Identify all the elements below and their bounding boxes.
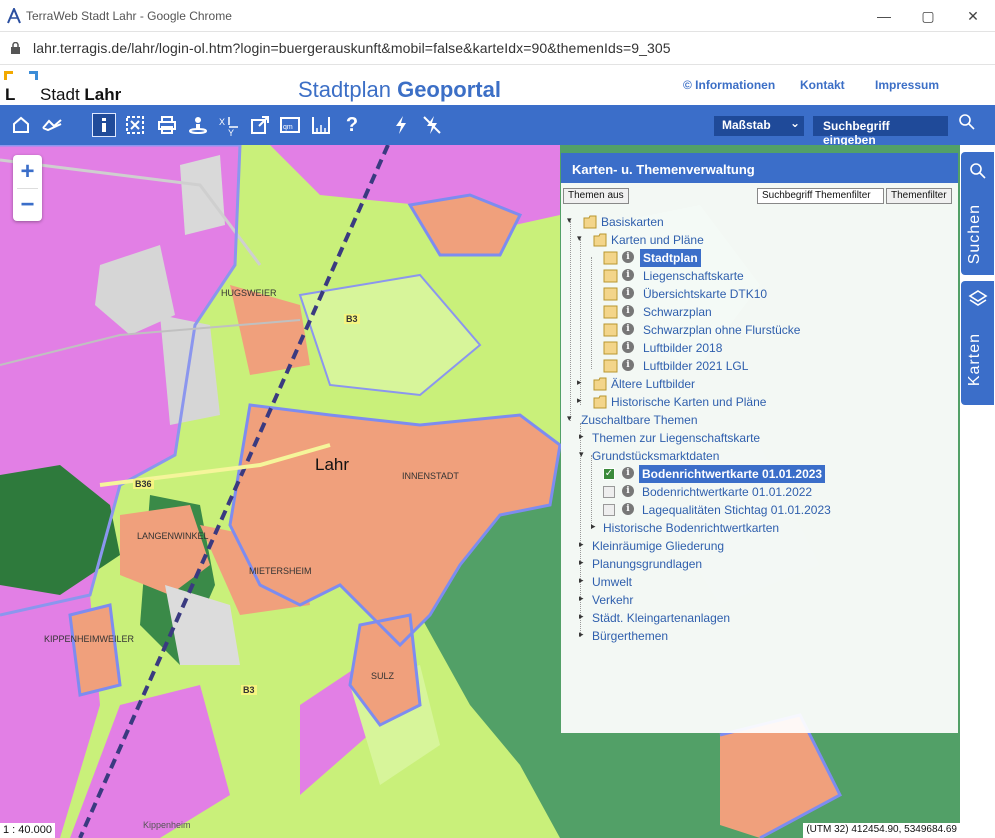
zoom-in-button[interactable]: + xyxy=(13,157,42,187)
area-measure-icon[interactable]: qm xyxy=(278,113,302,137)
info-icon[interactable]: i xyxy=(622,485,634,497)
scale-label: 1 : 40.000 xyxy=(0,823,55,838)
info-icon[interactable]: i xyxy=(622,287,634,299)
url-text[interactable]: lahr.terragis.de/lahr/login-ol.htm?login… xyxy=(33,40,671,56)
tab-suchen-label: Suchen xyxy=(966,204,983,265)
lock-icon xyxy=(11,42,20,54)
stadt-lahr-logo[interactable]: L Stadt Lahr xyxy=(4,71,134,104)
checkbox[interactable] xyxy=(603,486,615,498)
layer-panel: Karten- u. Themenverwaltung Themen aus S… xyxy=(561,153,958,733)
info-icon[interactable]: i xyxy=(622,467,634,479)
map-layer-icon xyxy=(603,341,618,355)
export-icon[interactable] xyxy=(248,113,272,137)
pin-user-icon[interactable] xyxy=(186,113,210,137)
lightning-icon[interactable] xyxy=(389,113,413,137)
map-layer-icon xyxy=(603,287,618,301)
info-icon[interactable]: i xyxy=(622,341,634,353)
maximize-icon[interactable]: ▢ xyxy=(917,6,939,26)
map-label-b3-bottom: B3 xyxy=(241,685,257,695)
map-layer-icon xyxy=(603,251,618,265)
select-area-icon[interactable] xyxy=(123,113,147,137)
info-icon[interactable]: i xyxy=(622,269,634,281)
zoom-control: + − xyxy=(13,155,42,221)
folder-icon xyxy=(583,215,597,229)
map-label-hugsweier: HUGSWEIER xyxy=(221,288,277,298)
theme-filter-button[interactable]: Themenfilter xyxy=(886,188,952,204)
checkbox[interactable] xyxy=(603,504,615,516)
map-layer-icon xyxy=(603,269,618,283)
svg-text:X: X xyxy=(219,117,225,127)
tab-suchen[interactable]: Suchen xyxy=(961,152,994,275)
info-icon[interactable]: i xyxy=(622,503,634,515)
scale-select[interactable]: Maßstab ⌄ xyxy=(714,116,804,136)
close-icon[interactable]: ✕ xyxy=(962,6,984,26)
svg-text:qm: qm xyxy=(283,124,293,131)
link-kontakt[interactable]: Kontakt xyxy=(800,78,845,92)
map-label-innenstadt: INNENSTADT xyxy=(402,471,459,481)
info-icon[interactable]: i xyxy=(622,305,634,317)
folder-icon xyxy=(593,233,607,247)
svg-text:Y: Y xyxy=(228,128,234,137)
map-label-langenwinkel: LANGENWINKEL xyxy=(137,531,209,541)
terraweb-app-icon xyxy=(7,8,21,24)
map-label-kippenheimweiler: KIPPENHEIMWEILER xyxy=(44,634,135,644)
home-icon[interactable] xyxy=(9,113,33,137)
map-layer-icon xyxy=(603,305,618,319)
route-icon[interactable] xyxy=(40,113,64,137)
info-icon[interactable]: i xyxy=(622,323,634,335)
window-title: TerraWeb Stadt Lahr - Google Chrome xyxy=(26,9,232,23)
side-tabs: Suchen Karten xyxy=(960,145,995,838)
map-layer-icon xyxy=(603,359,618,373)
folder-icon xyxy=(593,377,607,391)
theme-filter-input[interactable]: Suchbegriff Themenfilter xyxy=(757,188,884,204)
portal-title: Stadtplan Geoportal xyxy=(298,77,501,102)
search-term-button[interactable]: Suchbegriff eingeben xyxy=(813,116,948,147)
minimize-icon[interactable]: — xyxy=(873,6,895,26)
map-layer-icon xyxy=(603,323,618,337)
ruler-icon[interactable] xyxy=(309,113,333,137)
info-icon[interactable]: i xyxy=(622,359,634,371)
map-label-b36: B36 xyxy=(133,479,154,489)
help-icon[interactable]: ? xyxy=(340,113,364,137)
layers-icon xyxy=(968,290,988,306)
themes-off-button[interactable]: Themen aus xyxy=(563,188,629,204)
tab-karten-label: Karten xyxy=(966,333,983,387)
map-label-mietersheim: MIETERSHEIM xyxy=(249,566,312,576)
panel-title: Karten- u. Themenverwaltung xyxy=(561,153,958,183)
app-header: L Stadt Lahr Stadtplan Geoportal © Infor… xyxy=(0,65,995,105)
coordinates-icon[interactable]: XY xyxy=(217,113,241,137)
map-toolbar: XY qm ? Maßstab ⌄ Suchbegriff eingeben xyxy=(0,105,995,147)
map-label-b3-top: B3 xyxy=(344,314,360,324)
info-icon[interactable]: i xyxy=(622,251,634,263)
search-icon xyxy=(970,163,986,179)
tab-karten[interactable]: Karten xyxy=(961,281,994,405)
link-impressum[interactable]: Impressum xyxy=(875,78,939,92)
address-bar[interactable]: lahr.terragis.de/lahr/login-ol.htm?login… xyxy=(0,32,995,65)
chevron-down-icon: ⌄ xyxy=(789,116,800,130)
info-icon[interactable] xyxy=(92,113,116,137)
print-icon[interactable] xyxy=(155,113,179,137)
zoom-out-button[interactable]: − xyxy=(13,190,42,220)
map-label-sulz: SULZ xyxy=(371,671,395,681)
map-label-lahr: Lahr xyxy=(315,455,350,474)
map-label-kippenheim: Kippenheim xyxy=(143,820,191,830)
checkbox-checked-icon[interactable]: ✓ xyxy=(603,468,615,480)
coordinates-label: (UTM 32) 412454.90, 5349684.69 xyxy=(803,823,960,838)
folder-icon xyxy=(593,395,607,409)
link-informationen[interactable]: © Informationen xyxy=(683,78,775,92)
browser-titlebar: TerraWeb Stadt Lahr - Google Chrome — ▢ … xyxy=(0,0,995,32)
search-icon[interactable] xyxy=(958,113,976,131)
lightning-off-icon[interactable] xyxy=(420,113,444,137)
